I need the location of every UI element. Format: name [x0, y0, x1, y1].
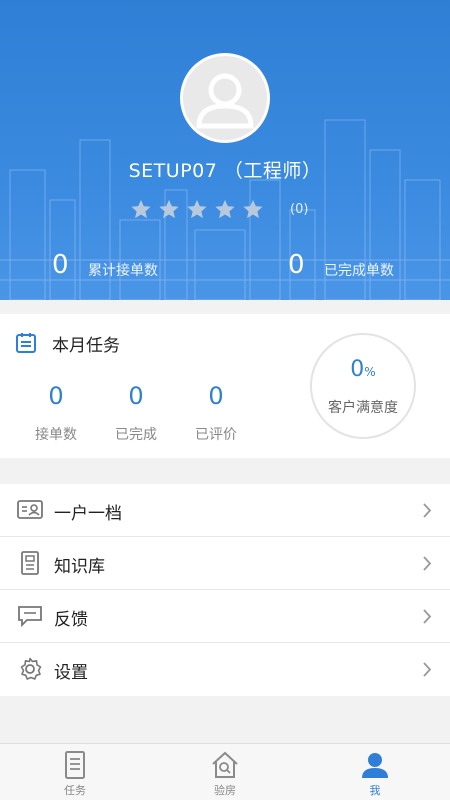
- star-icon: [159, 199, 179, 219]
- user-icon: [362, 753, 388, 778]
- satisfaction-ring: 0% 客户满意度: [310, 333, 416, 439]
- document-icon: [21, 551, 39, 575]
- chevron-right-icon: [423, 609, 432, 624]
- total-orders-label: 累计接单数: [88, 263, 158, 279]
- completed-label: 已完成: [115, 427, 157, 443]
- chevron-right-icon: [423, 662, 432, 677]
- calendar-icon: [16, 333, 36, 353]
- menu-item-knowledge-base[interactable]: 知识库: [0, 537, 450, 590]
- accepted-count: 0: [48, 382, 64, 410]
- profile-header: SETUP07 （工程师） (0) 0 累计接单数 0 已完成单数: [0, 0, 450, 300]
- tab-label: 任务: [64, 784, 86, 797]
- house-inspect-icon: [212, 751, 238, 778]
- avatar[interactable]: [180, 53, 270, 143]
- settings-menu: 一户一档 知识库 反馈 设置: [0, 484, 450, 696]
- accepted-label: 接单数: [35, 427, 77, 443]
- menu-item-feedback[interactable]: 反馈: [0, 590, 450, 643]
- satisfaction-value: 0%: [350, 357, 376, 382]
- completed-orders-value: 0: [288, 250, 305, 280]
- monthly-tasks-title: 本月任务: [52, 336, 120, 356]
- total-orders-value: 0: [52, 250, 69, 280]
- tab-label: 我: [369, 784, 381, 797]
- tab-label: 验房: [214, 784, 236, 797]
- menu-label: 一户一档: [54, 504, 122, 524]
- menu-item-settings[interactable]: 设置: [0, 643, 450, 696]
- tab-inspection[interactable]: 验房: [150, 744, 300, 800]
- gear-icon: [20, 657, 42, 680]
- star-icon: [243, 199, 263, 219]
- star-icon: [131, 199, 151, 219]
- menu-label: 设置: [54, 663, 88, 683]
- feedback-icon: [18, 606, 42, 628]
- tab-tasks[interactable]: 任务: [0, 744, 150, 800]
- reviewed-count: 0: [208, 382, 224, 410]
- reviewed-label: 已评价: [195, 427, 237, 443]
- star-icon: [215, 199, 235, 219]
- tab-me[interactable]: 我: [300, 744, 450, 800]
- user-placeholder-icon: [196, 73, 254, 129]
- rating-count: (0): [290, 202, 309, 217]
- bottom-tab-bar: 任务 验房 我: [0, 743, 450, 800]
- menu-label: 知识库: [54, 557, 105, 577]
- user-name: SETUP07 （工程师）: [128, 160, 322, 182]
- menu-label: 反馈: [54, 610, 88, 630]
- id-card-icon: [17, 500, 43, 519]
- satisfaction-label: 客户满意度: [328, 400, 398, 416]
- chevron-right-icon: [423, 503, 432, 518]
- rating-stars: [130, 198, 270, 220]
- menu-item-household-file[interactable]: 一户一档: [0, 484, 450, 537]
- star-icon: [187, 199, 207, 219]
- completed-orders-label: 已完成单数: [324, 263, 394, 279]
- task-list-icon: [65, 751, 85, 779]
- chevron-right-icon: [423, 556, 432, 571]
- monthly-tasks-card: 本月任务 0 接单数 0 已完成 0 已评价 0% 客户满意度: [0, 314, 450, 458]
- completed-count: 0: [128, 382, 144, 410]
